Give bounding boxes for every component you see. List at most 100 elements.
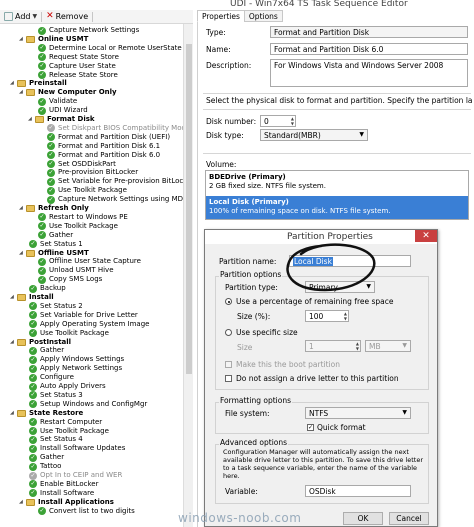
tree-step[interactable]: ✓ Set Variable for Drive Letter (29, 311, 138, 320)
tree-step[interactable]: ✓ Capture Network Settings (38, 26, 139, 35)
tree-step[interactable]: ✓ Capture User State (38, 62, 116, 71)
description-field[interactable]: For Windows Vista and Windows Server 200… (270, 59, 468, 87)
add-button[interactable]: Add ▼ (0, 11, 41, 23)
disk-type-select[interactable]: Standard(MBR) ▼ (260, 129, 368, 141)
tree-step[interactable]: ✓ Format and Partition Disk 6.1 (47, 142, 160, 151)
scrollbar-thumb[interactable] (186, 44, 192, 374)
tree-step[interactable]: ✓ Gather (29, 346, 64, 355)
volume-item-selected[interactable]: Local Disk (Primary) 100% of remaining s… (206, 196, 468, 219)
tree-step[interactable]: ✓ Format and Partition Disk (UEFI) (47, 133, 170, 142)
close-button[interactable]: ✕ (415, 230, 437, 242)
tree-group[interactable]: ◢ Offline USMT (19, 249, 89, 258)
tree-group[interactable]: ◢ Refresh Only (19, 204, 89, 213)
expand-icon[interactable]: ◢ (10, 409, 16, 418)
tree-step[interactable]: ✓ Use Toolkit Package (29, 329, 109, 338)
disk-number-stepper[interactable]: 0 ▲ ▼ (260, 115, 296, 127)
tree-step[interactable]: ✓ Capture Network Settings using MDT (47, 195, 183, 204)
tree-group[interactable]: ◢ New Computer Only (19, 88, 117, 97)
tree-step[interactable]: ✓ Set Status 3 (29, 391, 83, 400)
expand-icon[interactable]: ◢ (19, 35, 25, 44)
tree-step[interactable]: ✓ Gather (38, 231, 73, 240)
tree-step[interactable]: ✓ Set OSDDiskPart (47, 160, 116, 169)
tree-group[interactable]: ◢ Online USMT (19, 35, 88, 44)
volume-item[interactable]: BDEDrive (Primary) 2 GB fixed size. NTFS… (206, 171, 468, 193)
task-sequence-tree[interactable]: ✓ Capture Network Settings ◢ Online USMT ✓ De… (0, 24, 183, 527)
tree-step[interactable]: ✓ Convert list to two digits (38, 507, 135, 516)
size-unit-select[interactable]: MB ▼ (365, 340, 411, 352)
tree-step[interactable]: ✓ Restart Computer (29, 418, 102, 427)
tree-step[interactable]: ✓ Apply Operating System Image (29, 320, 149, 329)
tree-step[interactable]: ✓ Offline User State Capture (38, 257, 141, 266)
tree-step[interactable]: ✓ Restart to Windows PE (38, 213, 128, 222)
boot-partition-checkbox[interactable] (225, 361, 232, 368)
tree-group[interactable]: ◢ State Restore (10, 409, 83, 418)
tree-step[interactable]: ✓ Format and Partition Disk 6.0 (47, 151, 160, 160)
spin-arrows-icon: ▲ ▼ (355, 341, 359, 351)
tree-step[interactable]: ✓ Configure (29, 373, 74, 382)
expand-icon[interactable]: ◢ (19, 88, 25, 97)
tab-properties[interactable]: Properties (197, 10, 245, 22)
watermark: windows-noob.com (178, 511, 302, 525)
tree-step[interactable]: ✓ Pre-provision BitLocker (47, 168, 138, 177)
tree-group[interactable]: ◢ Install (10, 293, 54, 302)
tree-group[interactable]: ◢ Install Applications (19, 498, 114, 507)
tree-item-label: Set Status 3 (40, 390, 83, 399)
tree-step[interactable]: ✓ Set Status 4 (29, 435, 83, 444)
file-system-select[interactable]: NTFS ▼ (305, 407, 411, 419)
expand-icon[interactable]: ◢ (19, 249, 25, 258)
tree-step[interactable]: ✓ Enable BitLocker (29, 480, 98, 489)
tree-step[interactable]: ✓ Setup Windows and ConfigMgr (29, 400, 147, 409)
tree-step[interactable]: ✓ Use Toolkit Package (47, 186, 127, 195)
cancel-button[interactable]: Cancel (389, 512, 429, 525)
expand-icon[interactable]: ◢ (19, 498, 25, 507)
remove-button[interactable]: ✕ Remove (42, 11, 92, 23)
tree-step[interactable]: ✓ Set Status 1 (29, 240, 83, 249)
folder-icon (35, 116, 44, 123)
tree-step[interactable]: ✓ Opt In to CEIP and WER (29, 471, 122, 480)
tree-group[interactable]: ◢ Format Disk (28, 115, 95, 124)
tree-item-label: Auto Apply Drivers (40, 382, 106, 390)
tab-options[interactable]: Options (243, 10, 283, 22)
variable-input[interactable]: OSDisk (305, 485, 411, 497)
name-field[interactable]: Format and Partition Disk 6.0 (270, 43, 468, 55)
tree-step[interactable]: ✓ Backup (29, 284, 66, 293)
tree-step[interactable]: ✓ Determine Local or Remote UserState (38, 44, 182, 53)
size-percent-stepper[interactable]: 100 ▲ ▼ (305, 310, 349, 322)
tree-step[interactable]: ✓ Set Variable for Pre-provision BitLocke… (47, 177, 183, 186)
tree-step[interactable]: ✓ Set Status 2 (29, 302, 83, 311)
quick-format-checkbox[interactable]: ✓ (307, 424, 314, 431)
expand-icon[interactable]: ◢ (28, 115, 34, 124)
expand-icon[interactable]: ◢ (10, 293, 16, 302)
use-specific-size-radio[interactable] (225, 329, 232, 336)
check-icon: ✓ (38, 231, 46, 240)
tree-step[interactable]: ✓ Apply Windows Settings (29, 355, 124, 364)
tree-group[interactable]: ◢ PostInstall (10, 338, 71, 347)
tree-step[interactable]: ✓ UDI Wizard (38, 106, 88, 115)
tree-step[interactable]: ✓ Unload USMT Hive (38, 266, 114, 275)
chevron-down-icon: ▼ (359, 131, 364, 138)
tree-step[interactable]: ✓ Use Toolkit Package (29, 427, 109, 436)
tree-step[interactable]: ✓ Auto Apply Drivers (29, 382, 106, 391)
check-icon: ✓ (38, 266, 46, 275)
size-stepper[interactable]: 1 ▲ ▼ (305, 340, 361, 352)
expand-icon[interactable]: ◢ (10, 338, 16, 347)
tree-step[interactable]: ✓ Validate (38, 97, 77, 106)
tree-step[interactable]: ✓ Copy SMS Logs (38, 275, 102, 284)
tree-step[interactable]: ✓ Set Diskpart BIOS Compatibility Mode (47, 124, 183, 133)
tree-step[interactable]: ✓ Release State Store (38, 71, 118, 80)
tree-step[interactable]: ✓ Tattoo (29, 462, 61, 471)
tree-step[interactable]: ✓ Install Software (29, 489, 94, 498)
tree-step[interactable]: ✓ Install Software Updates (29, 444, 125, 453)
tree-step[interactable]: ✓ Use Toolkit Package (38, 222, 118, 231)
tree-step[interactable]: ✓ Request State Store (38, 53, 119, 62)
expand-icon[interactable]: ◢ (19, 204, 25, 213)
tree-step[interactable]: ✓ Gather (29, 453, 64, 462)
volume-list[interactable]: BDEDrive (Primary) 2 GB fixed size. NTFS… (205, 170, 469, 220)
expand-icon[interactable]: ◢ (10, 79, 16, 88)
tree-scrollbar[interactable] (183, 24, 193, 527)
use-percentage-radio[interactable] (225, 298, 232, 305)
no-drive-letter-checkbox[interactable] (225, 375, 232, 382)
tree-step[interactable]: ✓ Apply Network Settings (29, 364, 122, 373)
tree-group[interactable]: ◢ Preinstall (10, 79, 67, 88)
ok-button[interactable]: OK (343, 512, 383, 525)
